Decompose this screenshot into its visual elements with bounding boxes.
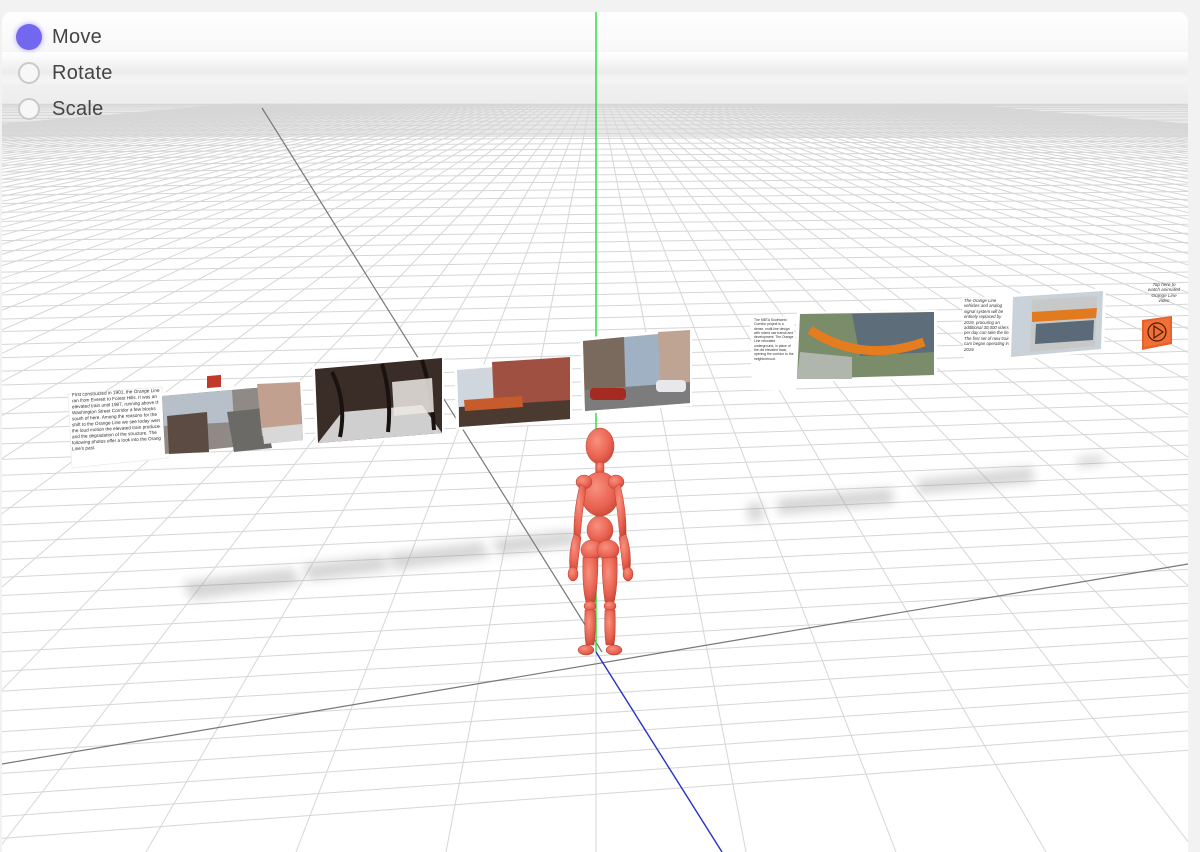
mode-option-scale[interactable]: Scale bbox=[18, 96, 113, 122]
panel-corridor-text[interactable]: The MBTA Southwest Corridor project is a… bbox=[750, 315, 796, 390]
scale-radio[interactable] bbox=[18, 98, 40, 120]
tap-to-watch-text: Tap here to watch animated Orange Line v… bbox=[1147, 282, 1181, 304]
rotate-radio[interactable] bbox=[18, 62, 40, 84]
panel-photo-under-elevated[interactable] bbox=[312, 355, 444, 446]
panel-photo-orange-train[interactable] bbox=[454, 357, 572, 430]
play-button[interactable] bbox=[1142, 316, 1172, 350]
move-label: Move bbox=[52, 25, 103, 48]
mode-option-move[interactable]: Move bbox=[16, 24, 113, 50]
panel-photo-street[interactable] bbox=[580, 328, 692, 414]
3d-viewport[interactable]: First constructed in 1901, the Orange Li… bbox=[2, 12, 1188, 852]
move-radio[interactable] bbox=[16, 24, 42, 50]
intro-text: First constructed in 1901, the Orange Li… bbox=[72, 387, 164, 452]
transform-mode-group: Move Rotate Scale bbox=[16, 24, 113, 122]
horizon-fog bbox=[2, 52, 1188, 202]
panel-new-cars-text[interactable]: The Orange Line vehicles and analog sign… bbox=[962, 296, 1014, 370]
new-cars-text: The Orange Line vehicles and analog sign… bbox=[964, 298, 1012, 352]
scene-canvas[interactable]: First constructed in 1901, the Orange Li… bbox=[2, 12, 1188, 852]
panel-photo-aerial-station[interactable] bbox=[794, 310, 937, 382]
rotate-label: Rotate bbox=[52, 61, 113, 84]
mode-option-rotate[interactable]: Rotate bbox=[18, 60, 113, 86]
panel-photo-elevated-train[interactable] bbox=[158, 374, 306, 456]
panel-photo-new-train[interactable] bbox=[1008, 288, 1106, 360]
panel-intro-text[interactable]: First constructed in 1901, the Orange Li… bbox=[67, 386, 169, 469]
corridor-text: The MBTA Southwest Corridor project is a… bbox=[754, 318, 794, 361]
scale-label: Scale bbox=[52, 97, 104, 120]
mannequin-figure[interactable] bbox=[567, 427, 634, 656]
